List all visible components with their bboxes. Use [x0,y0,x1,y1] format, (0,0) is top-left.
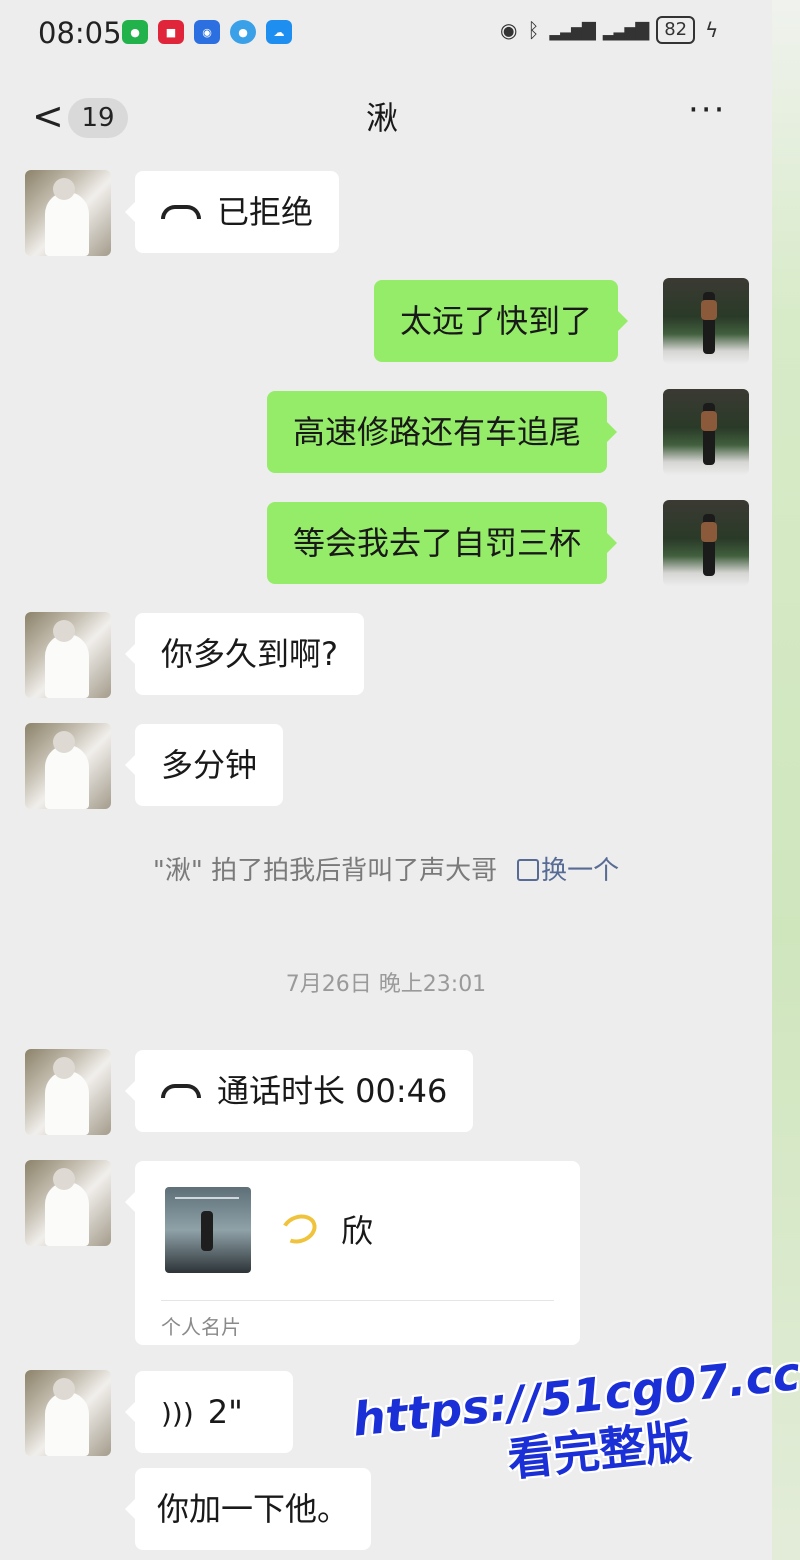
notification-icons: ● ■ ◉ ● ☁ [122,20,292,44]
right-edge-strip [772,0,800,1560]
contact-avatar[interactable] [25,1049,111,1135]
message-timestamp: 7月26日 晚上23:01 [285,972,487,997]
contact-avatar[interactable] [25,1370,111,1456]
wechat-icon: ● [122,20,148,44]
voice-message-bubble[interactable]: ))) 2" [125,1371,293,1453]
phone-hangup-icon [161,205,201,219]
contact-avatar[interactable] [25,723,111,809]
self-message-bubble[interactable]: 等会我去了自罚三杯 [267,502,618,584]
voice-wave-icon: ))) [161,1397,194,1430]
message-text: 太远了快到了 [400,302,593,340]
message-text: 等会我去了自罚三杯 [293,524,582,562]
system-icons: ◉ ᛒ ▂▃▅▇ ▂▃▅▇ 82 ϟ [500,16,718,44]
bluetooth-icon: ᛒ [527,18,540,42]
charging-icon: ϟ [705,18,719,42]
app-cloud-icon: ☁ [266,20,292,44]
self-avatar[interactable] [663,389,749,475]
contact-message-bubble[interactable]: 你多久到啊? [125,613,364,695]
card-label: 个人名片 [161,1315,241,1339]
contact-avatar[interactable] [25,170,111,256]
status-bar: 08:05 ● ■ ◉ ● ☁ ◉ ᛒ ▂▃▅▇ ▂▃▅▇ 82 ϟ [0,0,772,66]
message-text: 你多久到啊? [161,635,338,673]
contact-avatar[interactable] [25,1160,111,1246]
card-gender-icon [277,1209,321,1249]
pat-notice-text: "湫" 拍了拍我后背叫了声大哥 [152,856,498,886]
self-message-bubble[interactable]: 太远了快到了 [374,280,629,362]
battery-icon: 82 [656,16,696,44]
back-arrow-icon[interactable]: < [32,92,64,140]
watermark: https://51cg07.cc 看完整版 [350,1344,800,1560]
message-text: 你加一下他。 [157,1490,350,1528]
phone-hangup-icon [161,1084,201,1098]
signal-icon: ▂▃▅▇ [549,19,595,41]
card-name: 欣 [341,1212,374,1250]
chat-header: < 19 湫 ··· [0,78,772,162]
eye-icon: ◉ [500,18,518,42]
self-message-bubble[interactable]: 高速修路还有车追尾 [267,391,618,473]
app-red-icon: ■ [158,20,184,44]
pat-notice: "湫" 拍了拍我后背叫了声大哥 换一个 [0,850,772,887]
message-text: 高速修路还有车追尾 [293,413,582,451]
signal-2-icon: ▂▃▅▇ [602,19,649,41]
message-text: 通话时长 00:46 [217,1072,448,1110]
card-photo [165,1187,251,1273]
app-globe-icon: ● [230,20,256,44]
status-time: 08:05 [38,16,122,50]
voice-duration: 2" [207,1393,243,1431]
app-blue-icon: ◉ [194,20,220,44]
message-text: 多分钟 [161,746,258,784]
contact-message-bubble[interactable]: 多分钟 [124,724,284,806]
chat-title: 湫 [365,99,398,137]
unread-badge[interactable]: 19 [68,98,128,138]
edit-icon [517,859,540,881]
self-avatar[interactable] [663,278,749,364]
call-message-bubble[interactable]: 通话时长 00:46 [124,1050,474,1132]
call-message-bubble[interactable]: 已拒绝 [124,171,340,253]
change-pat-link[interactable]: 换一个 [541,856,619,886]
contact-avatar[interactable] [25,612,111,698]
contact-card[interactable]: 欣 个人名片 [125,1161,580,1345]
message-text: 已拒绝 [217,193,314,231]
card-divider [161,1300,554,1301]
contact-message-bubble[interactable]: 你加一下他。 [124,1468,372,1550]
self-avatar[interactable] [663,500,749,586]
more-options-icon[interactable]: ··· [688,88,726,132]
